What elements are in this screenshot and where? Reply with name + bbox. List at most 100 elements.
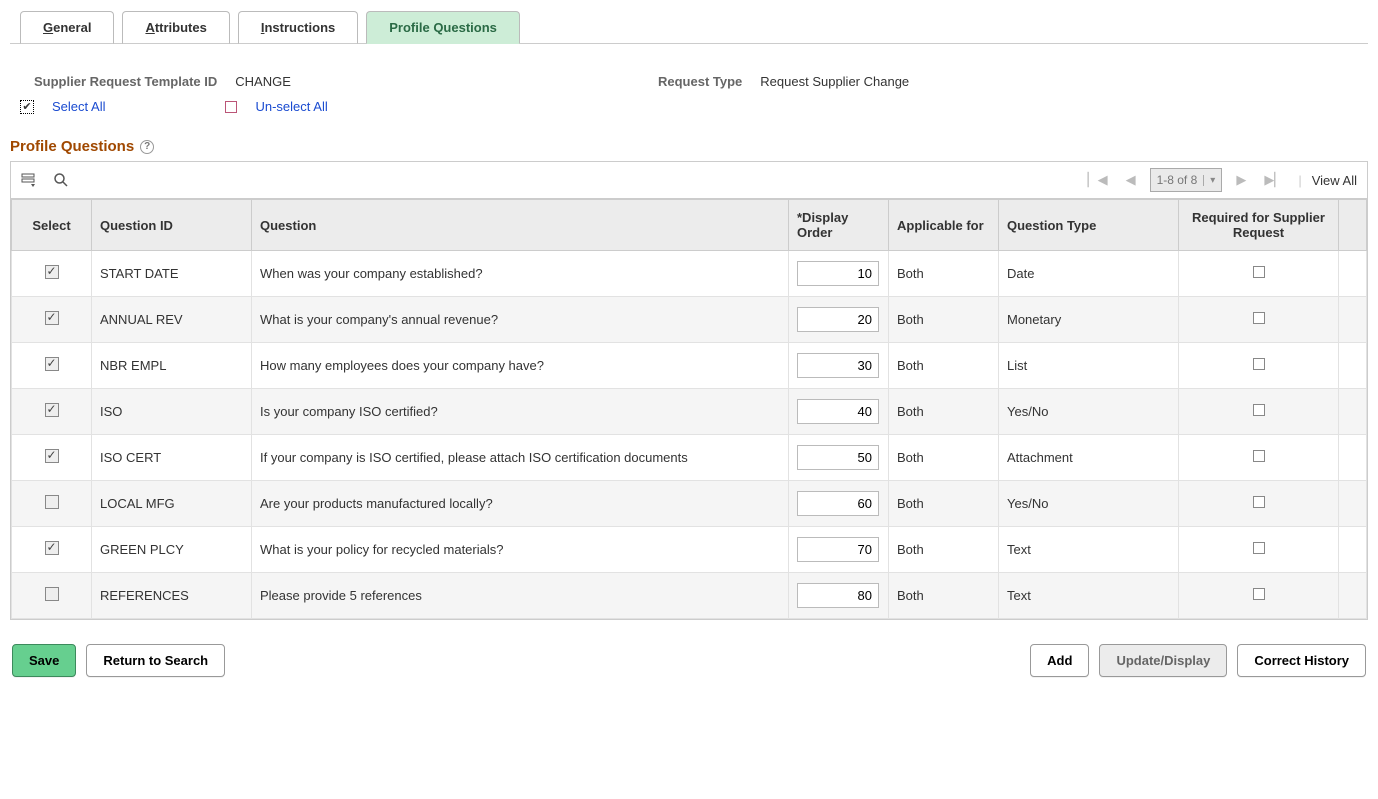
- unselect-all-link[interactable]: Un-select All: [255, 99, 327, 114]
- col-question-id[interactable]: Question ID: [92, 200, 252, 251]
- header-row: Supplier Request Template ID CHANGE Requ…: [10, 44, 1368, 95]
- row-tail: [1339, 481, 1367, 527]
- request-type-label: Request Type: [658, 74, 742, 89]
- row-required-checkbox[interactable]: [1253, 542, 1265, 554]
- col-required[interactable]: Required for Supplier Request: [1179, 200, 1339, 251]
- row-question-id: ISO CERT: [92, 435, 252, 481]
- view-all-link[interactable]: View All: [1312, 173, 1357, 188]
- select-all-checkbox[interactable]: [20, 100, 34, 114]
- display-order-input[interactable]: [797, 399, 879, 424]
- row-question-type: Text: [999, 527, 1179, 573]
- select-all-link[interactable]: Select All: [52, 99, 105, 114]
- table-row: REFERENCESPlease provide 5 referencesBot…: [12, 573, 1367, 619]
- row-applicable-for: Both: [889, 435, 999, 481]
- pager-next-icon[interactable]: ▶: [1232, 172, 1250, 188]
- row-question: Are your products manufactured locally?: [252, 481, 789, 527]
- template-id-value: CHANGE: [235, 74, 291, 89]
- row-select-checkbox[interactable]: [45, 587, 59, 601]
- tab-attributes[interactable]: Attributes: [122, 11, 229, 44]
- section-title-row: Profile Questions ?: [10, 126, 1368, 161]
- pager-last-icon[interactable]: ▶▏: [1260, 172, 1288, 188]
- table-row: ISO CERTIf your company is ISO certified…: [12, 435, 1367, 481]
- display-order-input[interactable]: [797, 491, 879, 516]
- pager-prev-icon[interactable]: ◀: [1122, 172, 1140, 188]
- row-question-type: Attachment: [999, 435, 1179, 481]
- select-row: Select All Un-select All: [10, 95, 1368, 126]
- row-applicable-for: Both: [889, 481, 999, 527]
- grid-action-icon[interactable]: [21, 172, 37, 188]
- row-applicable-for: Both: [889, 527, 999, 573]
- row-required-checkbox[interactable]: [1253, 266, 1265, 278]
- tab-bar: General Attributes Instructions Profile …: [10, 10, 1368, 44]
- row-tail: [1339, 573, 1367, 619]
- row-question-id: ISO: [92, 389, 252, 435]
- display-order-input[interactable]: [797, 261, 879, 286]
- row-select-checkbox[interactable]: [45, 311, 59, 325]
- update-display-button[interactable]: Update/Display: [1099, 644, 1227, 677]
- tab-profile-questions[interactable]: Profile Questions: [366, 11, 520, 44]
- row-question-type: Monetary: [999, 297, 1179, 343]
- questions-table: Select Question ID Question *Display Ord…: [11, 199, 1367, 619]
- table-row: START DATEWhen was your company establis…: [12, 251, 1367, 297]
- row-question-type: List: [999, 343, 1179, 389]
- display-order-input[interactable]: [797, 307, 879, 332]
- display-order-input[interactable]: [797, 583, 879, 608]
- display-order-input[interactable]: [797, 445, 879, 470]
- row-tail: [1339, 297, 1367, 343]
- return-to-search-button[interactable]: Return to Search: [86, 644, 225, 677]
- row-question-id: ANNUAL REV: [92, 297, 252, 343]
- col-applicable-for[interactable]: Applicable for: [889, 200, 999, 251]
- display-order-input[interactable]: [797, 537, 879, 562]
- tab-instructions[interactable]: Instructions: [238, 11, 358, 44]
- pager-range-dropdown[interactable]: 1-8 of 8 ▾: [1150, 168, 1223, 192]
- row-question-type: Text: [999, 573, 1179, 619]
- col-question-type[interactable]: Question Type: [999, 200, 1179, 251]
- row-applicable-for: Both: [889, 573, 999, 619]
- row-question-id: GREEN PLCY: [92, 527, 252, 573]
- row-question: What is your company's annual revenue?: [252, 297, 789, 343]
- add-button[interactable]: Add: [1030, 644, 1089, 677]
- correct-history-button[interactable]: Correct History: [1237, 644, 1366, 677]
- row-question: Please provide 5 references: [252, 573, 789, 619]
- save-button[interactable]: Save: [12, 644, 76, 677]
- row-question: What is your policy for recycled materia…: [252, 527, 789, 573]
- row-question-type: Yes/No: [999, 481, 1179, 527]
- display-order-input[interactable]: [797, 353, 879, 378]
- row-select-checkbox[interactable]: [45, 449, 59, 463]
- row-applicable-for: Both: [889, 343, 999, 389]
- help-icon[interactable]: ?: [140, 140, 154, 154]
- row-select-checkbox[interactable]: [45, 495, 59, 509]
- row-select-checkbox[interactable]: [45, 357, 59, 371]
- section-title: Profile Questions: [10, 138, 134, 155]
- table-row: GREEN PLCYWhat is your policy for recycl…: [12, 527, 1367, 573]
- row-select-checkbox[interactable]: [45, 403, 59, 417]
- row-tail: [1339, 527, 1367, 573]
- template-id-label: Supplier Request Template ID: [34, 74, 217, 89]
- pager-first-icon[interactable]: ▏◀: [1084, 172, 1112, 188]
- row-required-checkbox[interactable]: [1253, 404, 1265, 416]
- col-display-order[interactable]: *Display Order: [789, 200, 889, 251]
- row-required-checkbox[interactable]: [1253, 358, 1265, 370]
- row-required-checkbox[interactable]: [1253, 588, 1265, 600]
- pager-range-text: 1-8 of 8: [1157, 173, 1198, 187]
- table-row: NBR EMPLHow many employees does your com…: [12, 343, 1367, 389]
- grid: ▏◀ ◀ 1-8 of 8 ▾ ▶ ▶▏ | View All Select Q…: [10, 161, 1368, 620]
- row-question: When was your company established?: [252, 251, 789, 297]
- col-question[interactable]: Question: [252, 200, 789, 251]
- row-required-checkbox[interactable]: [1253, 312, 1265, 324]
- row-select-checkbox[interactable]: [45, 265, 59, 279]
- request-type-value: Request Supplier Change: [760, 74, 909, 89]
- table-row: ISOIs your company ISO certified?BothYes…: [12, 389, 1367, 435]
- row-tail: [1339, 389, 1367, 435]
- grid-toolbar: ▏◀ ◀ 1-8 of 8 ▾ ▶ ▶▏ | View All: [11, 162, 1367, 199]
- search-icon[interactable]: [53, 172, 69, 188]
- col-select[interactable]: Select: [12, 200, 92, 251]
- row-required-checkbox[interactable]: [1253, 450, 1265, 462]
- chevron-down-icon: ▾: [1203, 175, 1215, 186]
- row-select-checkbox[interactable]: [45, 541, 59, 555]
- row-question-type: Date: [999, 251, 1179, 297]
- row-required-checkbox[interactable]: [1253, 496, 1265, 508]
- tab-general[interactable]: General: [20, 11, 114, 44]
- row-question-id: START DATE: [92, 251, 252, 297]
- unselect-all-checkbox[interactable]: [225, 101, 237, 113]
